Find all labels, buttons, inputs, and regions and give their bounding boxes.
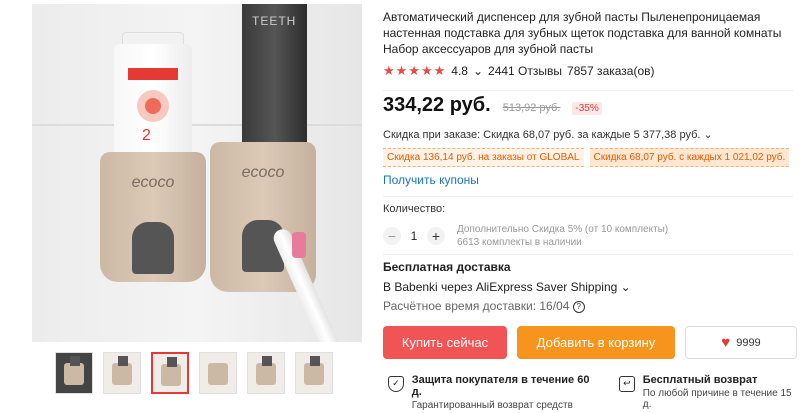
thumbnail[interactable] <box>199 352 237 394</box>
bulk-discount-text: Дополнительно Скидка 5% (от 10 комплекты… <box>457 224 669 235</box>
dispenser-logo: ecoco <box>241 164 285 181</box>
guarantee-title: Защита покупателя в течение 60 д. <box>411 374 590 398</box>
divider <box>383 90 793 91</box>
coupon-list: Скидка 136,14 руб. на заказы от GLOBAL С… <box>383 148 793 167</box>
coupon-global[interactable]: Скидка 136,14 руб. на заказы от GLOBAL <box>383 148 584 167</box>
product-main-image[interactable]: 2 TEETH ecoco ecoco <box>32 4 362 342</box>
shipping-block: Бесплатная доставка В Babenki через AliE… <box>383 260 793 313</box>
quantity-plus-button[interactable]: + <box>427 227 445 245</box>
delivery-time-text: Расчётное время доставки: 16/04 <box>383 299 570 313</box>
star-rating-icon: ★★★★★ <box>383 63 447 78</box>
chevron-down-icon[interactable]: ⌄ <box>473 64 483 78</box>
thumbnail[interactable] <box>55 352 93 394</box>
quantity-minus-button[interactable]: − <box>383 227 401 245</box>
buyer-protection[interactable]: ✓ Защита покупателя в течение 60 д. Гара… <box>388 374 599 411</box>
stock-text: 6613 комплекты в наличии <box>457 237 582 248</box>
dispenser-slot <box>132 222 174 274</box>
quantity-block: Количество: − 1 + Дополнительно Скидка 5… <box>383 203 668 249</box>
reviews-link[interactable]: 2441 Отзывы <box>488 64 562 78</box>
delivery-time: Расчётное время доставки: 16/04 ? <box>383 299 793 313</box>
quantity-note: Дополнительно Скидка 5% (от 10 комплекты… <box>457 223 668 249</box>
product-title: Автоматический диспенсер для зубной паст… <box>383 10 782 56</box>
current-price: 334,22 руб. <box>383 94 491 116</box>
dispenser-logo: ecoco <box>131 174 175 191</box>
dispenser-left: ecoco <box>100 152 206 282</box>
orders-count: 7857 заказа(ов) <box>567 64 655 78</box>
toothpaste-label-graphic: 2 <box>128 68 178 144</box>
action-buttons: Купить сейчас Добавить в корзину ♥ 9999 <box>383 326 797 359</box>
quantity-input[interactable]: 1 <box>401 229 427 243</box>
rating-value: 4.8 <box>451 64 468 78</box>
price-row: 334,22 руб. 513,92 руб. -35% <box>383 94 793 117</box>
thumbnail-active[interactable] <box>151 352 189 394</box>
guarantee-sub: По любой причине в течение 15 д. <box>642 388 792 410</box>
divider <box>383 196 793 197</box>
wall-tile-line <box>32 124 362 126</box>
shield-check-icon: ✓ <box>388 376 404 392</box>
buy-now-button[interactable]: Купить сейчас <box>383 326 507 359</box>
shipping-route-text: В Babenki через AliExpress Saver Shippin… <box>383 280 618 294</box>
svg-text:2: 2 <box>142 127 151 144</box>
wishlist-count: 9999 <box>736 336 761 349</box>
guarantees: ✓ Защита покупателя в течение 60 д. Гара… <box>388 374 800 411</box>
shipping-route[interactable]: В Babenki через AliExpress Saver Shippin… <box>383 280 793 294</box>
store-discount[interactable]: Скидка при заказе: Скидка 68,07 руб. за … <box>383 128 793 141</box>
chevron-down-icon: ⌄ <box>703 129 713 141</box>
store-discount-text: Скидка при заказе: Скидка 68,07 руб. за … <box>383 129 701 141</box>
add-to-cart-button[interactable]: Добавить в корзину <box>517 326 675 359</box>
thumbnail[interactable] <box>103 352 141 394</box>
return-icon: ↩ <box>619 376 635 392</box>
get-coupons-link[interactable]: Получить купоны <box>383 173 479 187</box>
heart-icon: ♥ <box>721 334 731 351</box>
quantity-label: Количество: <box>383 203 446 215</box>
divider <box>383 254 793 255</box>
thumbnail-strip <box>55 352 333 394</box>
toothbrush-bristles <box>292 232 306 258</box>
thumbnail[interactable] <box>247 352 285 394</box>
tube-brand-text: TEETH <box>252 14 297 28</box>
guarantee-title: Бесплатный возврат <box>642 374 758 386</box>
chevron-down-icon: ⌄ <box>620 280 631 294</box>
guarantee-sub: Гарантированный возврат средств <box>411 400 573 411</box>
product-info: Автоматический диспенсер для зубной паст… <box>383 9 793 189</box>
thumbnail[interactable] <box>295 352 333 394</box>
coupon-store[interactable]: Скидка 68,07 руб. с каждых 1 021,02 руб. <box>589 148 790 167</box>
old-price: 513,92 руб. <box>502 102 561 114</box>
shipping-title: Бесплатная доставка <box>383 260 511 274</box>
quantity-stepper: − 1 + Дополнительно Скидка 5% (от 10 ком… <box>383 223 668 249</box>
rating-row: ★★★★★ 4.8 ⌄ 2441 Отзывы 7857 заказа(ов) <box>383 63 793 79</box>
free-return[interactable]: ↩ Бесплатный возврат По любой причине в … <box>619 374 800 411</box>
discount-badge: -35% <box>572 102 602 115</box>
wishlist-button[interactable]: ♥ 9999 <box>685 326 797 359</box>
help-icon[interactable]: ? <box>572 300 585 313</box>
